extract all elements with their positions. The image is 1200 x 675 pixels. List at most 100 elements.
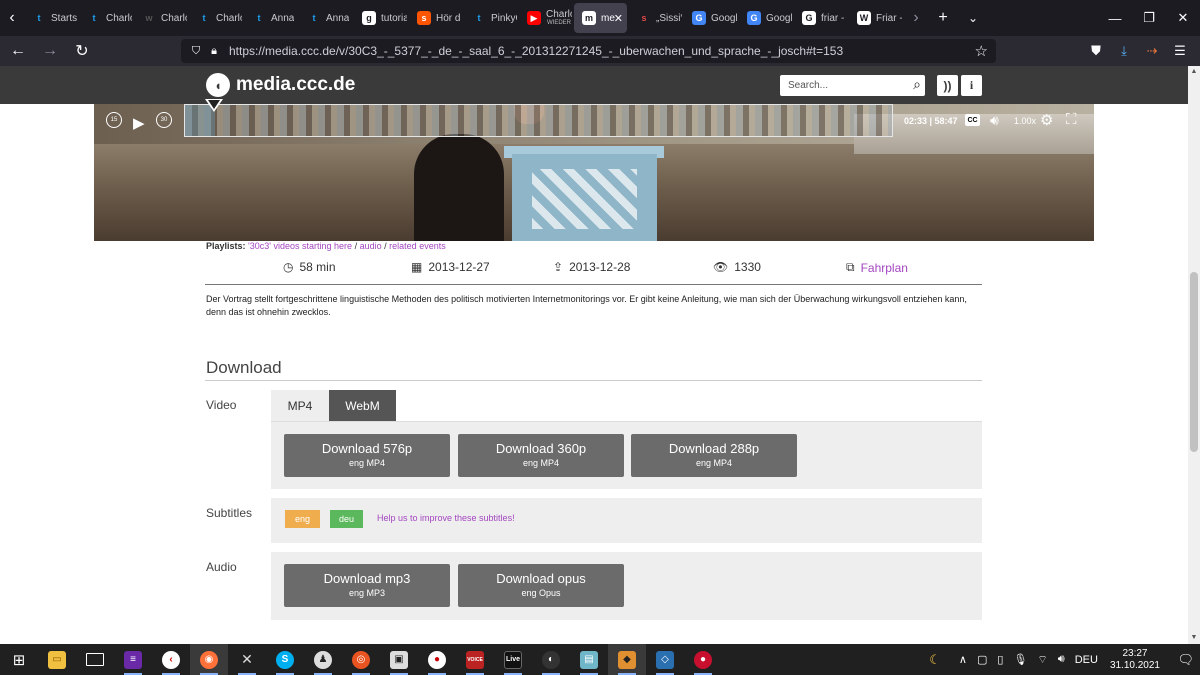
- browser-tab[interactable]: G Googl: [739, 3, 792, 33]
- browser-tab[interactable]: s „Sissi“: [629, 3, 682, 33]
- site-logo[interactable]: ◖ media.ccc.de: [206, 73, 355, 97]
- address-bar[interactable]: ⛉ 🔒︎ https://media.ccc.de/v/30C3_-_5377_…: [181, 39, 996, 63]
- subtitle-eng-button[interactable]: eng: [285, 510, 320, 528]
- browser-tab[interactable]: Gfriar -: [794, 3, 847, 33]
- subtitle-deu-button[interactable]: deu: [330, 510, 363, 528]
- browser-tab[interactable]: G Googl: [684, 3, 737, 33]
- mediaccc-icon: m: [582, 11, 596, 25]
- download-576p-button[interactable]: Download 576p eng MP4: [284, 434, 450, 477]
- scroll-thumb[interactable]: [1190, 272, 1198, 452]
- minimize-icon[interactable]: —: [1098, 0, 1132, 36]
- browser-tab[interactable]: t Charlo: [189, 3, 243, 33]
- app-icon[interactable]: ▤: [570, 644, 608, 675]
- network-icon[interactable]: ⌔: [1037, 653, 1047, 667]
- twitter-icon: t: [202, 13, 206, 23]
- inkscape-icon[interactable]: ✕: [228, 644, 266, 675]
- close-window-icon[interactable]: ✕: [1166, 0, 1200, 36]
- volume-tray-icon[interactable]: 🔊︎: [1058, 653, 1065, 666]
- windows-start-icon[interactable]: ⊞: [0, 644, 38, 675]
- scroll-up-icon[interactable]: ▲: [1188, 66, 1200, 78]
- page-scrollbar[interactable]: ▲ ▼: [1188, 66, 1200, 644]
- pocket-icon[interactable]: ⛊: [1082, 43, 1110, 59]
- video-player[interactable]: [94, 104, 1094, 241]
- mediaccc-taskbar-icon[interactable]: ◆: [608, 644, 646, 675]
- browser-tab[interactable]: t Anna: [299, 3, 352, 33]
- microphone-icon[interactable]: 🎙︎: [1013, 653, 1027, 666]
- obs-icon[interactable]: ◐: [532, 644, 570, 675]
- tab-webm[interactable]: WebM: [329, 390, 396, 422]
- new-tab-icon[interactable]: +: [928, 9, 958, 27]
- browser-tab[interactable]: m me ✕: [574, 3, 627, 33]
- reload-icon[interactable]: ↻: [68, 37, 96, 65]
- scroll-down-icon[interactable]: ▼: [1188, 632, 1200, 644]
- firefox-icon[interactable]: ◉: [190, 644, 228, 675]
- playlist-link-audio[interactable]: audio: [360, 241, 382, 251]
- restore-icon[interactable]: ❐: [1132, 0, 1166, 36]
- browser-tab[interactable]: t Charlo: [79, 3, 133, 33]
- browser-tab[interactable]: g tutoria: [354, 3, 407, 33]
- video-frame-speaker: [414, 134, 504, 241]
- browser-tab[interactable]: t Anna: [244, 3, 297, 33]
- tab-title: Charlo: [546, 8, 572, 20]
- extension-icon[interactable]: ⇢: [1138, 43, 1166, 59]
- browser-tab[interactable]: W Friar -: [849, 3, 902, 33]
- notifications-icon[interactable]: 🗨︎: [1177, 652, 1194, 668]
- download-mp3-button[interactable]: Download mp3 eng MP3: [284, 564, 450, 607]
- download-360p-button[interactable]: Download 360p eng MP4: [458, 434, 624, 477]
- menu-icon[interactable]: ☰: [1166, 43, 1194, 59]
- ccc-logo-icon: ◖: [206, 73, 230, 97]
- tray-app-icon[interactable]: ▢: [977, 653, 987, 666]
- playlist-link-related[interactable]: related events: [389, 241, 446, 251]
- app-icon[interactable]: ≡: [114, 644, 152, 675]
- browser-tab[interactable]: t PinkyC: [464, 3, 518, 33]
- language-indicator[interactable]: DEU: [1075, 654, 1098, 666]
- downloads-icon[interactable]: ⤓: [1110, 43, 1138, 59]
- virtualbox-icon[interactable]: ◇: [646, 644, 684, 675]
- divider: [205, 380, 982, 381]
- subtitle-help-link[interactable]: Help us to improve these subtitles!: [377, 513, 515, 523]
- playlist-link-30c3[interactable]: '30c3' videos starting here: [248, 241, 352, 251]
- browser-tab[interactable]: ▶ CharloWIEDER: [519, 3, 572, 33]
- app-icon[interactable]: ●: [418, 644, 456, 675]
- desktop-icon[interactable]: [76, 644, 114, 675]
- file-explorer-icon[interactable]: ▭: [38, 644, 76, 675]
- show-hidden-icons-icon[interactable]: ∧: [959, 653, 967, 666]
- url-text[interactable]: https://media.ccc.de/v/30C3_-_5377_-_de_…: [229, 44, 843, 58]
- download-288p-button[interactable]: Download 288p eng MP4: [631, 434, 797, 477]
- live-icon[interactable]: Live: [494, 644, 532, 675]
- clock[interactable]: 23:27 31.10.2021: [1110, 648, 1160, 672]
- download-opus-button[interactable]: Download opus eng Opus: [458, 564, 624, 607]
- button-label: Download 360p: [495, 441, 587, 456]
- rss-icon[interactable]: )): [937, 75, 958, 96]
- tab-scroll-left-icon[interactable]: ‹: [0, 0, 24, 36]
- list-all-tabs-icon[interactable]: ⌄: [958, 11, 988, 25]
- browser-tab[interactable]: w Charlo: [134, 3, 187, 33]
- ubuntu-icon[interactable]: ◎: [342, 644, 380, 675]
- browser-tab[interactable]: s Hör d: [409, 3, 462, 33]
- browser-tab[interactable]: t Startse: [24, 3, 78, 33]
- tray-app-icon[interactable]: ▯: [997, 653, 1003, 666]
- fahrplan-link[interactable]: Fahrplan: [861, 261, 908, 275]
- back-icon[interactable]: ←: [4, 37, 32, 65]
- app-icon[interactable]: ‹: [152, 644, 190, 675]
- shield-icon[interactable]: ⛉: [187, 45, 205, 58]
- lock-icon[interactable]: 🔒︎: [205, 45, 223, 58]
- tab-mp4[interactable]: MP4: [271, 390, 329, 422]
- close-tab-icon[interactable]: ✕: [614, 12, 623, 25]
- tab-title: Startse: [51, 12, 77, 24]
- forward-icon[interactable]: →: [36, 37, 64, 65]
- app-icon[interactable]: ♟: [304, 644, 342, 675]
- search-input[interactable]: [788, 80, 898, 91]
- skype-icon[interactable]: S: [266, 644, 304, 675]
- button-label: Download opus: [496, 571, 586, 586]
- app-icon[interactable]: ▣: [380, 644, 418, 675]
- bookmark-star-icon[interactable]: ☆: [975, 42, 988, 60]
- app-icon[interactable]: ●: [684, 644, 722, 675]
- tab-scroll-right-icon[interactable]: ›: [904, 0, 928, 36]
- soundcloud-icon: s: [417, 11, 431, 25]
- search-icon[interactable]: ⌕: [913, 76, 921, 93]
- voicemeeter-icon[interactable]: VOICE: [456, 644, 494, 675]
- moon-icon[interactable]: ☾: [929, 652, 941, 668]
- separator: /: [384, 241, 387, 251]
- info-icon[interactable]: i: [961, 75, 982, 96]
